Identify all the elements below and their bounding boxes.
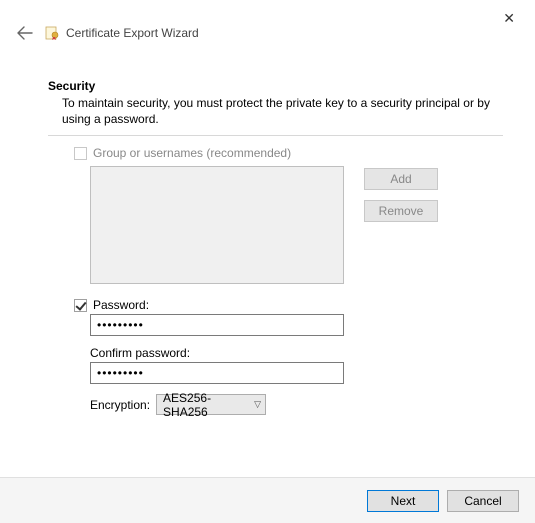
next-button[interactable]: Next bbox=[367, 490, 439, 512]
encryption-selected-value: AES256-SHA256 bbox=[163, 391, 254, 419]
wizard-title: Certificate Export Wizard bbox=[66, 26, 199, 40]
encryption-row: Encryption: AES256-SHA256 ▽ bbox=[74, 394, 503, 415]
divider bbox=[48, 135, 503, 136]
footer-bar: Next Cancel bbox=[0, 477, 535, 523]
group-usernames-label: Group or usernames (recommended) bbox=[93, 146, 291, 160]
cancel-button[interactable]: Cancel bbox=[447, 490, 519, 512]
certificate-icon bbox=[44, 25, 60, 41]
back-arrow-icon[interactable] bbox=[16, 24, 34, 42]
remove-button: Remove bbox=[364, 200, 438, 222]
chevron-down-icon: ▽ bbox=[254, 399, 261, 410]
password-checkbox[interactable] bbox=[74, 299, 87, 312]
confirm-password-field[interactable] bbox=[90, 362, 344, 384]
encryption-select[interactable]: AES256-SHA256 ▽ bbox=[156, 394, 266, 415]
group-usernames-row: Group or usernames (recommended) bbox=[48, 146, 503, 160]
principals-area: Add Remove bbox=[48, 166, 503, 284]
principals-listbox bbox=[90, 166, 344, 284]
confirm-password-label: Confirm password: bbox=[74, 346, 503, 360]
wizard-header: ✕ Certificate Export Wizard bbox=[0, 0, 535, 65]
close-icon[interactable]: ✕ bbox=[503, 10, 515, 27]
principals-buttons: Add Remove bbox=[364, 166, 438, 284]
encryption-label: Encryption: bbox=[90, 398, 150, 412]
group-usernames-checkbox[interactable] bbox=[74, 147, 87, 160]
content-area: Security To maintain security, you must … bbox=[0, 65, 535, 415]
password-section: Password: Confirm password: Encryption: … bbox=[48, 298, 503, 415]
password-field[interactable] bbox=[90, 314, 344, 336]
section-title: Security bbox=[48, 79, 503, 93]
password-label: Password: bbox=[93, 298, 149, 312]
section-description: To maintain security, you must protect t… bbox=[48, 95, 503, 127]
add-button: Add bbox=[364, 168, 438, 190]
